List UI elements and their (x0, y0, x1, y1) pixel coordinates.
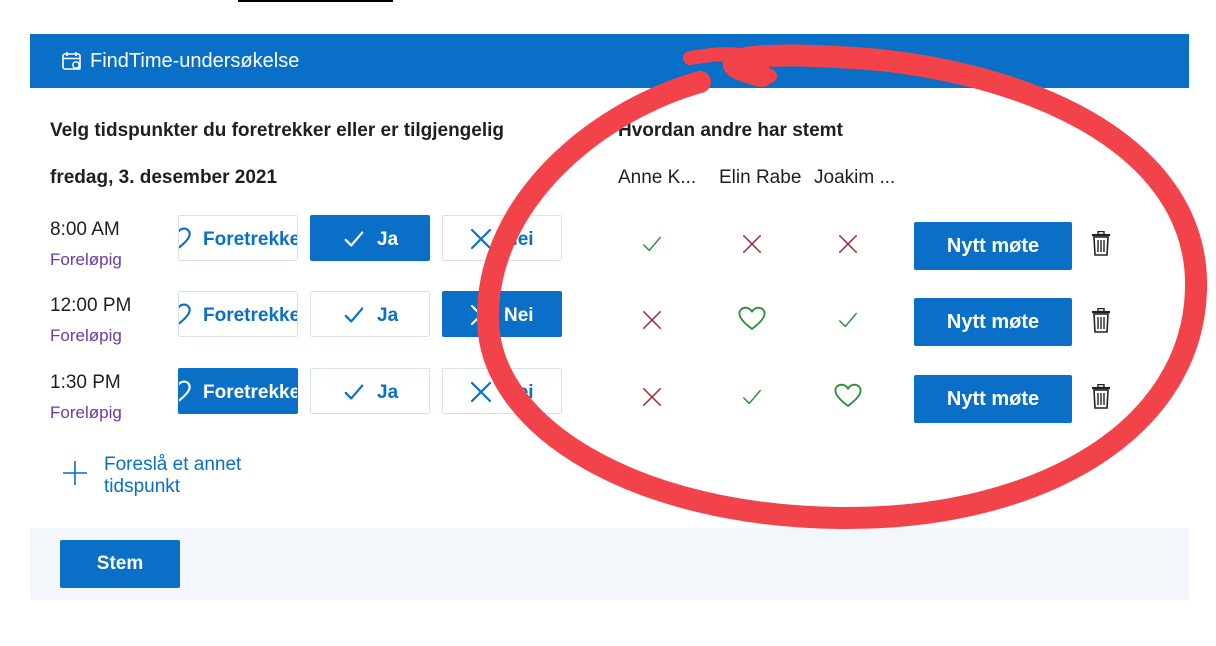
check-icon (837, 309, 859, 336)
pref-button[interactable]: Foretrekker (178, 291, 298, 337)
right-heading: Hvordan andre har stemt (618, 120, 843, 141)
voter-name: Elin Rabe (719, 167, 802, 188)
ja-label: Ja (377, 382, 399, 403)
pref-label: Foretrekker (203, 305, 298, 326)
voter-name: Joakim ... (814, 167, 896, 188)
pref-label: Foretrekker (203, 229, 298, 250)
ja-button[interactable]: Ja (310, 291, 430, 337)
ja-label: Ja (377, 229, 399, 250)
slot-status: Foreløpig (50, 326, 122, 345)
nei-label: Nei (504, 382, 534, 403)
slot-time: 8:00 AM (50, 219, 120, 240)
heart-icon (179, 227, 191, 256)
check-icon (741, 386, 763, 413)
footer-bar (30, 528, 1189, 600)
heart-icon (738, 306, 766, 336)
trash-icon[interactable] (1090, 230, 1112, 262)
slot-time: 12:00 PM (50, 295, 132, 316)
voter-name: Anne K... (618, 167, 697, 188)
vote-button[interactable]: Stem (60, 540, 180, 588)
x-icon (469, 380, 493, 410)
nei-button[interactable]: Nei (442, 215, 562, 261)
new-meeting-button[interactable]: Nytt møte (914, 222, 1072, 270)
check-icon (343, 304, 365, 332)
nei-label: Nei (504, 305, 534, 326)
x-icon (469, 303, 493, 333)
pref-button[interactable]: Foretrekker (178, 215, 298, 261)
survey-header: FindTime-undersøkelse (30, 34, 1189, 88)
calendar-icon (62, 52, 82, 71)
heart-icon (179, 380, 191, 409)
ja-button[interactable]: Ja (310, 368, 430, 414)
nei-button[interactable]: Nei (442, 368, 562, 414)
nei-label: Nei (504, 229, 534, 250)
check-icon (343, 381, 365, 409)
check-icon (641, 233, 663, 260)
slot-time: 1:30 PM (50, 372, 121, 393)
suggest-time-label: Foreslå et annet tidspunkt (104, 454, 242, 497)
left-heading: Velg tidspunkter du foretrekker eller er… (50, 120, 505, 141)
pref-button[interactable]: Foretrekker (178, 368, 298, 414)
ja-label: Ja (377, 305, 399, 326)
plus-icon (63, 461, 87, 485)
slot-status: Foreløpig (50, 250, 122, 269)
new-meeting-button[interactable]: Nytt møte (914, 298, 1072, 346)
x-icon (641, 309, 663, 336)
x-icon (641, 386, 663, 413)
x-icon (741, 233, 763, 260)
date-label: fredag, 3. desember 2021 (50, 167, 278, 188)
ja-button[interactable]: Ja (310, 215, 430, 261)
survey-title: FindTime-undersøkelse (90, 50, 300, 72)
nei-button[interactable]: Nei (442, 291, 562, 337)
heart-icon (834, 383, 862, 413)
suggest-time-button[interactable]: Foreslå et annet tidspunkt (60, 452, 280, 502)
x-icon (837, 233, 859, 260)
x-icon (469, 227, 493, 257)
slot-status: Foreløpig (50, 403, 122, 422)
top-underline (238, 0, 393, 2)
trash-icon[interactable] (1090, 307, 1112, 339)
trash-icon[interactable] (1090, 383, 1112, 415)
heart-icon (179, 303, 191, 332)
new-meeting-button[interactable]: Nytt møte (914, 375, 1072, 423)
pref-label: Foretrekker (203, 382, 298, 403)
check-icon (343, 228, 365, 256)
